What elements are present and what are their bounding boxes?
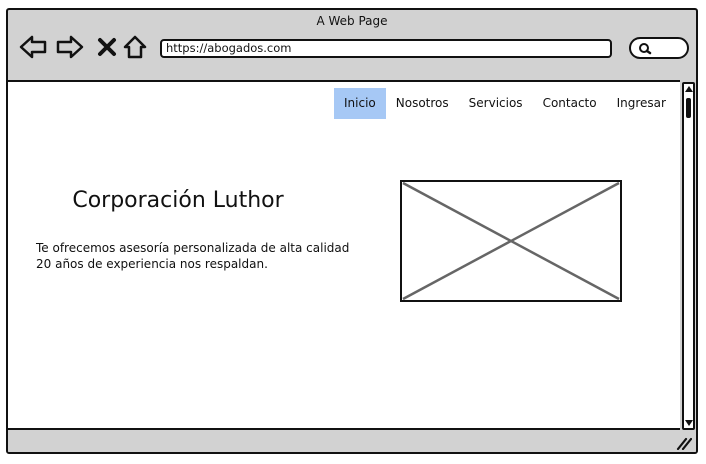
close-icon xyxy=(98,38,116,56)
url-text: https://abogados.com xyxy=(166,41,292,55)
page-viewport: Inicio Nosotros Servicios Contacto Ingre… xyxy=(8,80,680,430)
home-icon xyxy=(123,35,147,59)
forward-icon xyxy=(56,35,84,59)
nav-item-contacto[interactable]: Contacto xyxy=(533,88,607,119)
home-button[interactable] xyxy=(120,34,150,60)
browser-window: A Web Page https://abogados.com Inicio N… xyxy=(6,8,698,454)
vertical-scrollbar[interactable] xyxy=(682,82,695,430)
nav-item-ingresar[interactable]: Ingresar xyxy=(607,88,676,119)
arrow-down-icon xyxy=(684,420,693,426)
search-box[interactable] xyxy=(629,37,689,59)
arrow-up-icon xyxy=(684,86,693,92)
back-icon xyxy=(19,35,47,59)
nav-menu: Inicio Nosotros Servicios Contacto Ingre… xyxy=(334,88,676,119)
scroll-down-button[interactable] xyxy=(684,418,693,428)
hero-line: 20 años de experiencia nos respaldan. xyxy=(36,257,268,271)
hero-text: Te ofrecemos asesoría personalizada de a… xyxy=(36,240,349,272)
stop-button[interactable] xyxy=(92,34,122,60)
url-bar[interactable]: https://abogados.com xyxy=(160,39,612,58)
back-button[interactable] xyxy=(18,34,48,60)
scroll-up-button[interactable] xyxy=(684,84,693,94)
resize-grip-icon[interactable] xyxy=(676,436,692,450)
nav-item-nosotros[interactable]: Nosotros xyxy=(386,88,459,119)
nav-item-inicio[interactable]: Inicio xyxy=(334,88,386,119)
status-bar xyxy=(8,430,696,452)
hero-line: Te ofrecemos asesoría personalizada de a… xyxy=(36,241,350,255)
scroll-thumb[interactable] xyxy=(686,98,691,118)
hero-title: Corporación Luthor xyxy=(72,188,284,213)
window-title: A Web Page xyxy=(316,14,388,28)
nav-item-servicios[interactable]: Servicios xyxy=(459,88,533,119)
search-icon xyxy=(639,43,652,55)
image-placeholder xyxy=(400,180,622,302)
forward-button[interactable] xyxy=(55,34,85,60)
